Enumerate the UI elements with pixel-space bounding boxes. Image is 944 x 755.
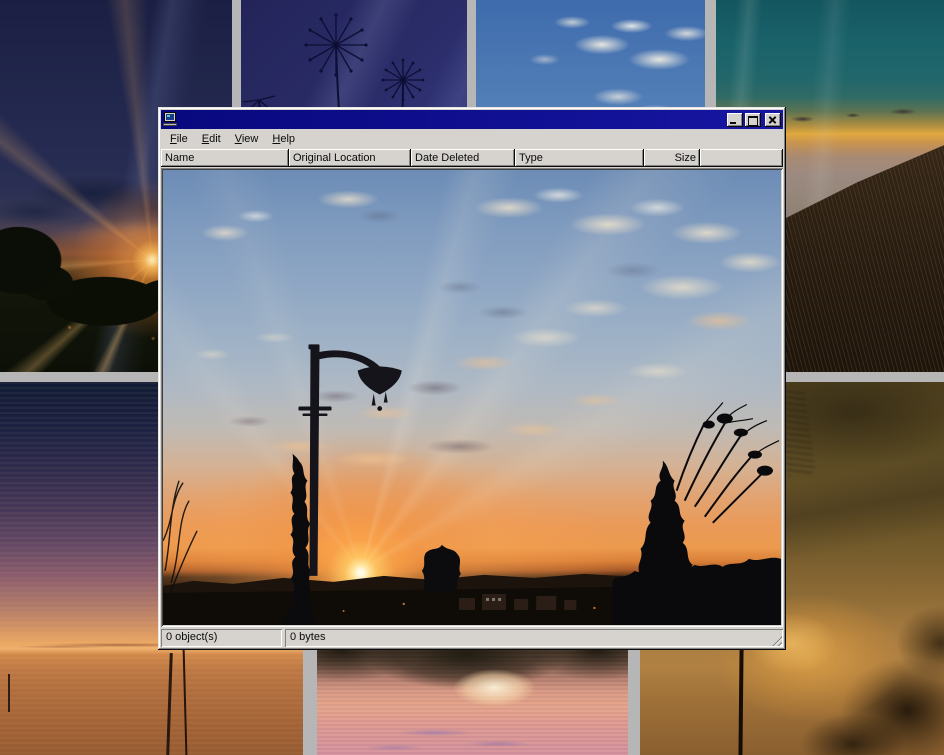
desktop: File Edit View Help Name Original Locati… <box>0 0 944 755</box>
status-byte-count: 0 bytes <box>285 629 783 647</box>
status-bytes-label: 0 bytes <box>290 631 325 643</box>
status-bar: 0 object(s) 0 bytes <box>161 629 783 647</box>
file-list-area[interactable] <box>161 168 783 627</box>
computer-icon[interactable] <box>163 112 179 127</box>
menu-bar: File Edit View Help <box>161 130 783 148</box>
titlebar[interactable] <box>161 110 783 129</box>
column-header-original-location[interactable]: Original Location <box>289 149 411 167</box>
menu-help[interactable]: Help <box>265 130 302 148</box>
maximize-button[interactable] <box>745 113 761 127</box>
close-button[interactable] <box>765 113 781 127</box>
column-header-date-deleted[interactable]: Date Deleted <box>411 149 515 167</box>
column-header-filler[interactable] <box>700 149 783 167</box>
lake-stick <box>8 674 10 712</box>
recycle-bin-window: File Edit View Help Name Original Locati… <box>158 107 786 650</box>
status-object-count: 0 object(s) <box>161 629 282 647</box>
resize-grip-icon[interactable] <box>770 634 782 646</box>
lake-stick <box>166 653 173 755</box>
column-header-row: Name Original Location Date Deleted Type… <box>161 149 783 167</box>
bush-silhouette <box>422 545 461 592</box>
lake-stick <box>183 648 188 755</box>
menu-edit[interactable]: Edit <box>195 130 228 148</box>
minimize-button[interactable] <box>727 113 743 127</box>
street-lamp-silhouette <box>298 344 401 576</box>
menu-file[interactable]: File <box>163 130 195 148</box>
column-header-size[interactable]: Size <box>644 149 700 167</box>
column-header-name[interactable]: Name <box>161 149 289 167</box>
right-trees-silhouette <box>612 414 781 625</box>
pole-silhouette <box>738 650 743 755</box>
menu-view[interactable]: View <box>228 130 266 148</box>
silhouette-graphic <box>163 170 781 625</box>
sunset-photo <box>163 170 781 625</box>
column-header-type[interactable]: Type <box>515 149 644 167</box>
